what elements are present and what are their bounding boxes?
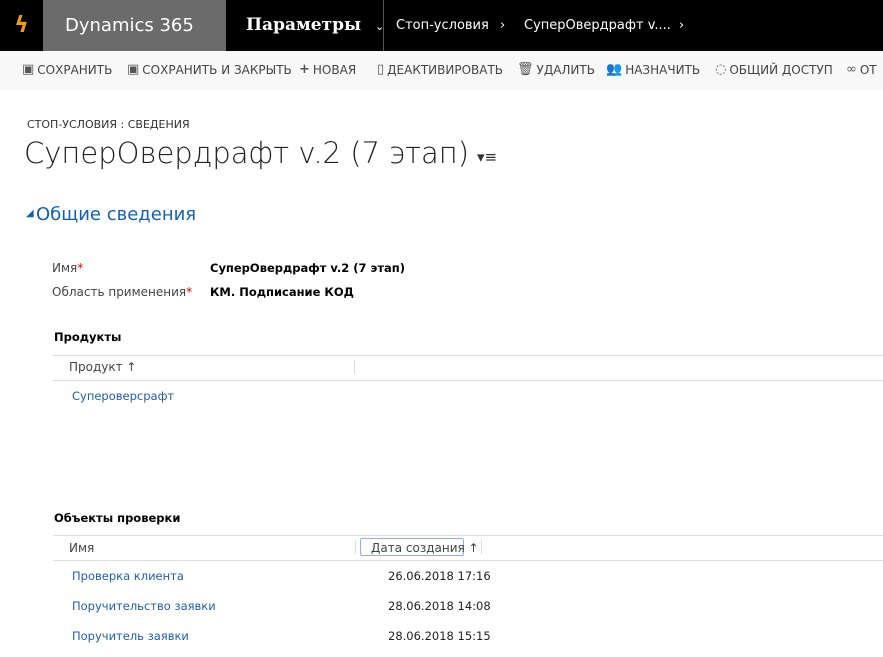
page-title: СуперОвердрафт v.2 (7 этап)	[24, 136, 470, 170]
object-link[interactable]: Поручительство заявки	[72, 599, 216, 613]
column-divider	[354, 360, 355, 374]
link-icon: ∞	[846, 62, 857, 77]
object-date: 28.06.2018 14:08	[388, 599, 491, 613]
save-icon: ▣	[22, 62, 35, 77]
field-label-name: Имя*	[52, 261, 84, 275]
column-divider	[481, 540, 482, 554]
column-product[interactable]: Продукт ↑	[69, 360, 137, 374]
app-title[interactable]: Dynamics 365	[43, 0, 226, 51]
collapse-icon[interactable]: ◢	[26, 208, 34, 219]
save-close-icon: ▣	[127, 62, 140, 77]
form-selector-icon[interactable]: ▾≡	[477, 148, 497, 166]
save-close-button[interactable]: ▣ СОХРАНИТЬ И ЗАКРЫТЬ	[127, 62, 292, 77]
objects-label: Объекты проверки	[54, 511, 181, 525]
trash-icon: 🗑	[517, 62, 534, 77]
assign-icon: 👥	[606, 62, 623, 77]
column-created-date[interactable]: Дата создания ↑	[371, 541, 479, 555]
new-button[interactable]: + НОВАЯ	[299, 62, 356, 77]
column-divider	[355, 540, 356, 554]
dynamics-logo-icon[interactable]: ϟ	[0, 0, 43, 51]
more-button[interactable]: ∞ ОТ	[846, 62, 877, 77]
products-label: Продукты	[54, 330, 122, 344]
divider	[53, 560, 883, 561]
share-button[interactable]: ◌ ОБЩИЙ ДОСТУП	[715, 62, 833, 77]
product-link[interactable]: Супероверсрафт	[72, 389, 174, 403]
divider	[53, 355, 883, 356]
assign-button[interactable]: 👥 НАЗНАЧИТЬ	[606, 62, 700, 77]
breadcrumb-record[interactable]: СуперОвердрафт v....	[524, 18, 671, 33]
area-label: Параметры	[246, 15, 362, 35]
object-date: 26.06.2018 17:16	[388, 569, 491, 583]
share-icon: ◌	[715, 62, 727, 77]
plus-icon: +	[299, 62, 310, 77]
deactivate-icon: ▯	[377, 62, 385, 77]
chevron-right-icon: ›	[500, 18, 506, 33]
column-name[interactable]: Имя	[69, 541, 94, 555]
section-general[interactable]: Общие сведения	[36, 204, 196, 225]
divider	[53, 535, 883, 536]
chevron-down-icon: ⌄	[375, 20, 385, 33]
required-icon: *	[186, 285, 193, 299]
object-link[interactable]: Поручитель заявки	[72, 629, 189, 643]
field-label-scope: Область применения*	[52, 285, 193, 299]
area-selector[interactable]: Параметры ⌄	[226, 0, 384, 51]
chevron-right-icon[interactable]: ›	[679, 18, 684, 33]
object-link[interactable]: Проверка клиента	[72, 569, 184, 583]
save-button[interactable]: ▣ СОХРАНИТЬ	[22, 62, 112, 77]
divider	[53, 380, 883, 381]
object-date: 28.06.2018 15:15	[388, 629, 491, 643]
delete-button[interactable]: 🗑 УДАЛИТЬ	[517, 62, 595, 77]
field-value-scope[interactable]: КМ. Подписание КОД	[210, 285, 354, 299]
field-value-name[interactable]: СуперОвердрафт v.2 (7 этап)	[210, 261, 405, 275]
deactivate-button[interactable]: ▯ ДЕАКТИВИРОВАТЬ	[377, 62, 503, 77]
entity-label: СТОП-УСЛОВИЯ : СВЕДЕНИЯ	[27, 118, 190, 131]
breadcrumb-stop-conditions[interactable]: Стоп-условия	[396, 18, 489, 33]
required-icon: *	[77, 261, 84, 275]
